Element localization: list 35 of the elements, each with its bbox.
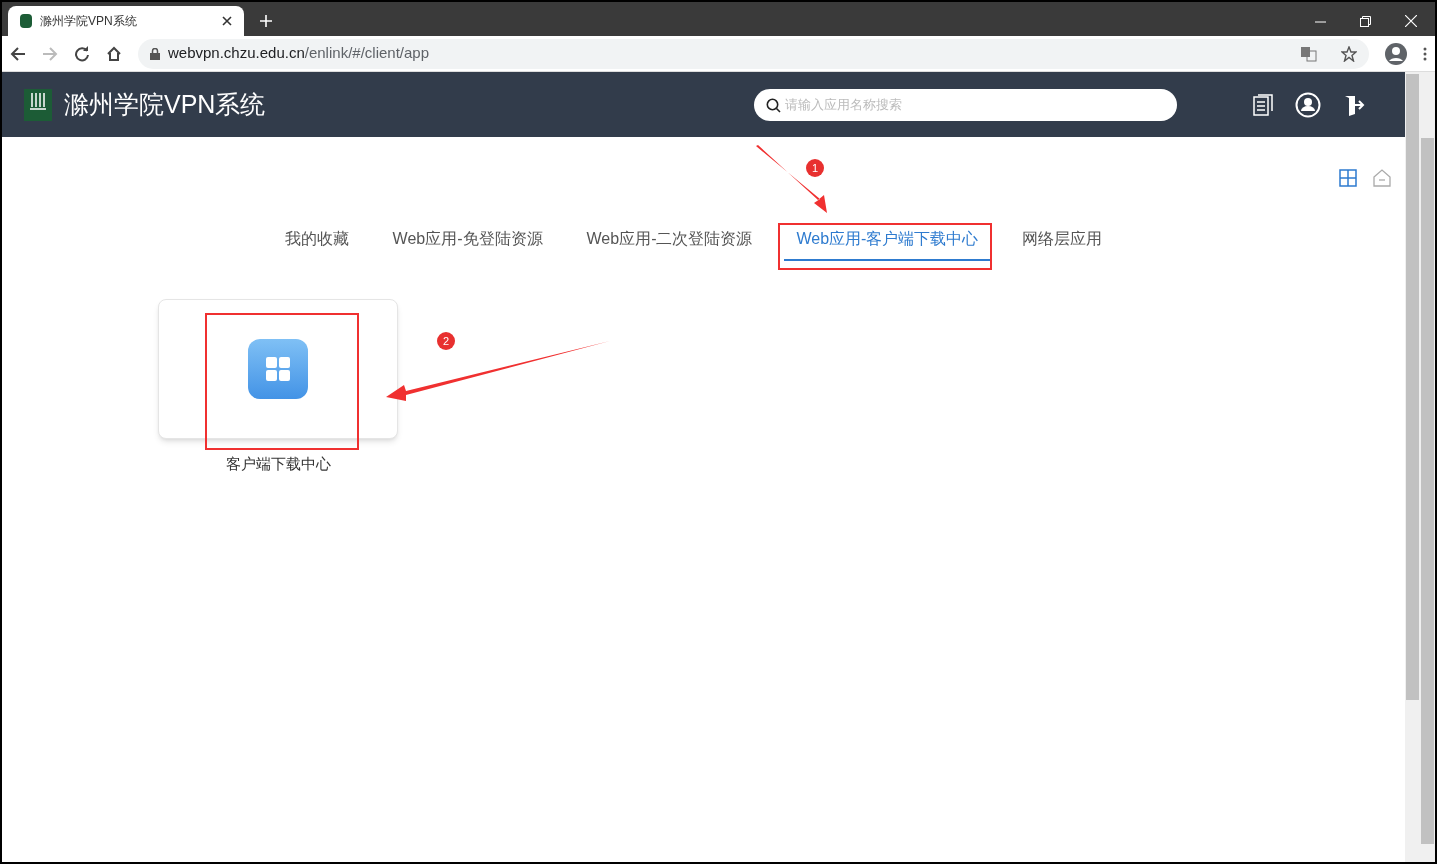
scrollbar[interactable]	[1405, 72, 1435, 862]
step-badge: 2	[437, 332, 455, 350]
category-tab[interactable]: Web应用-二次登陆资源	[574, 227, 765, 261]
back-arrow-icon[interactable]	[10, 45, 26, 62]
new-tab-icon[interactable]	[260, 15, 272, 27]
category-tab[interactable]: 我的收藏	[272, 227, 361, 261]
category-tab[interactable]: 网络层应用	[1010, 227, 1115, 261]
step-badge: 1	[806, 159, 824, 177]
address-field[interactable]: webvpn.chzu.edu.cn/enlink/#/client/app	[138, 38, 1369, 69]
site-title: 滁州学院VPN系统	[64, 88, 266, 120]
search-field[interactable]: 请输入应用名称搜索	[754, 88, 1177, 121]
app-name: 客户端下载中心	[225, 454, 331, 474]
lock-icon	[150, 47, 160, 60]
category-tab[interactable]: Web应用-客户端下载中心	[784, 227, 991, 261]
restore-icon[interactable]	[1360, 15, 1371, 27]
profile-icon[interactable]	[1385, 42, 1407, 65]
browser-tab[interactable]: 滁州学院VPN系统	[8, 6, 244, 36]
home-icon[interactable]	[106, 45, 122, 62]
favicon-icon	[20, 14, 32, 28]
translate-icon[interactable]	[1301, 45, 1317, 62]
close-icon[interactable]	[222, 16, 232, 26]
reload-icon[interactable]	[74, 45, 90, 62]
search-icon	[766, 97, 781, 113]
document-icon[interactable]	[1253, 93, 1273, 116]
app-card[interactable]	[158, 299, 398, 439]
grid-view-icon[interactable]	[1339, 169, 1357, 187]
url-text: webvpn.chzu.edu.cn/enlink/#/client/app	[168, 43, 429, 64]
category-tab[interactable]: Web应用-免登陆资源	[380, 227, 555, 261]
logout-icon[interactable]	[1343, 93, 1365, 116]
app-grid-icon	[248, 339, 308, 399]
star-icon[interactable]	[1341, 45, 1357, 62]
logo-icon	[24, 88, 52, 121]
menu-icon[interactable]	[1423, 46, 1427, 61]
tab-title: 滁州学院VPN系统	[40, 13, 138, 30]
user-icon[interactable]	[1295, 91, 1321, 118]
